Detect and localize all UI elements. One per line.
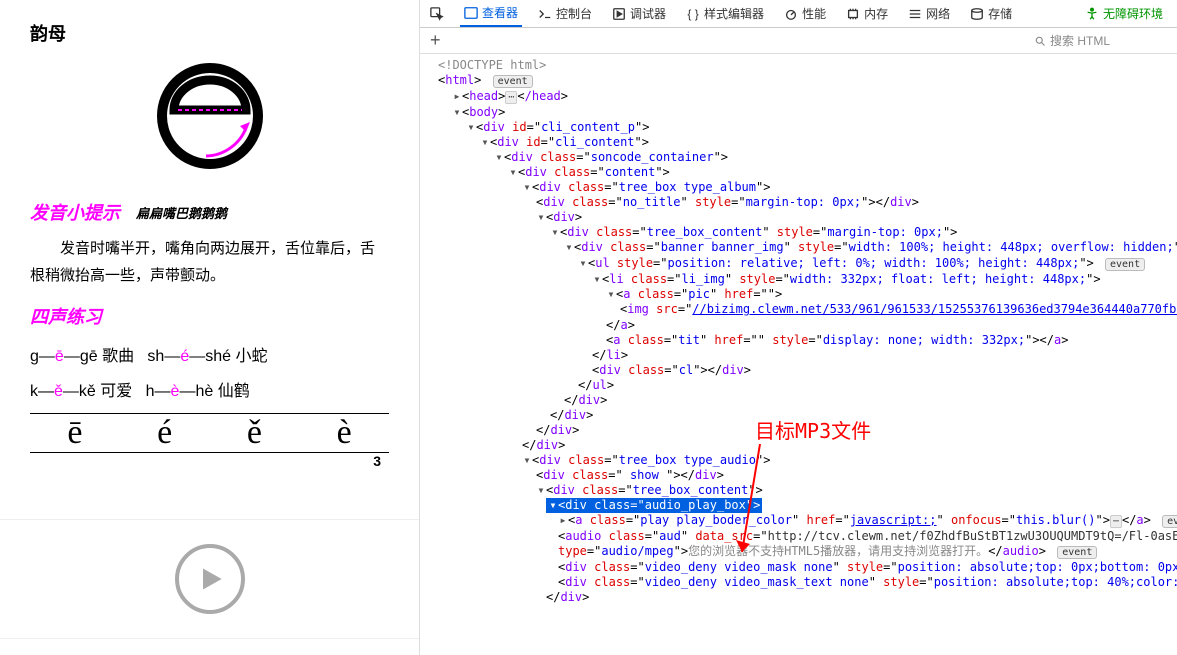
- selected-node[interactable]: ▾<div class="audio_play_box">: [428, 498, 1177, 513]
- page-title: 韵母: [30, 20, 389, 46]
- tone-title: 四声练习: [30, 303, 389, 329]
- tab-performance[interactable]: 性能: [780, 0, 830, 27]
- tab-inspector[interactable]: 查看器: [460, 0, 522, 27]
- play-button[interactable]: [175, 544, 245, 614]
- webpage-preview: 韵母 发音小提示 扁扁嘴巴鹅鹅鹅 发音时嘴半开，嘴角向两边展开，舌位靠后，舌根稍…: [0, 0, 420, 655]
- search-html-input[interactable]: 搜索 HTML: [1027, 29, 1177, 52]
- tab-style-editor[interactable]: { } 样式编辑器: [682, 0, 768, 27]
- devtools-tabs: 查看器 控制台 调试器 { } 样式编辑器 性能 内存: [420, 0, 1177, 28]
- vowel-glyph: [30, 56, 389, 179]
- new-tab-button[interactable]: +: [420, 30, 451, 51]
- tip-body: 发音时嘴半开，嘴角向两边展开，舌位靠后，舌根稍微抬高一些，声带颤动。: [30, 235, 389, 289]
- big-tones: ēéěè: [30, 413, 389, 453]
- tip-title: 发音小提示: [30, 199, 120, 225]
- audio-player-row: [0, 519, 419, 639]
- tab-memory[interactable]: 内存: [842, 0, 892, 27]
- tab-accessibility[interactable]: 无障碍环境: [1081, 0, 1167, 27]
- devtools-toolbar: + 搜索 HTML: [420, 28, 1177, 54]
- tab-debugger[interactable]: 调试器: [608, 0, 670, 27]
- page-number: 3: [30, 453, 389, 469]
- devtools-panel: 查看器 控制台 调试器 { } 样式编辑器 性能 内存: [420, 0, 1177, 655]
- tone-rows: g—ē—gē 歌曲 sh—é—shé 小蛇 k—ě—kě 可爱 h—è—hè 仙…: [30, 339, 389, 409]
- tab-console[interactable]: 控制台: [534, 0, 596, 27]
- tab-storage[interactable]: 存储: [966, 0, 1016, 27]
- tip-subtitle: 扁扁嘴巴鹅鹅鹅: [136, 203, 227, 222]
- pick-element-icon[interactable]: [426, 0, 448, 27]
- tab-network[interactable]: 网络: [904, 0, 954, 27]
- dom-tree[interactable]: <!DOCTYPE html> <html> event ▸<head>⋯</h…: [420, 54, 1177, 655]
